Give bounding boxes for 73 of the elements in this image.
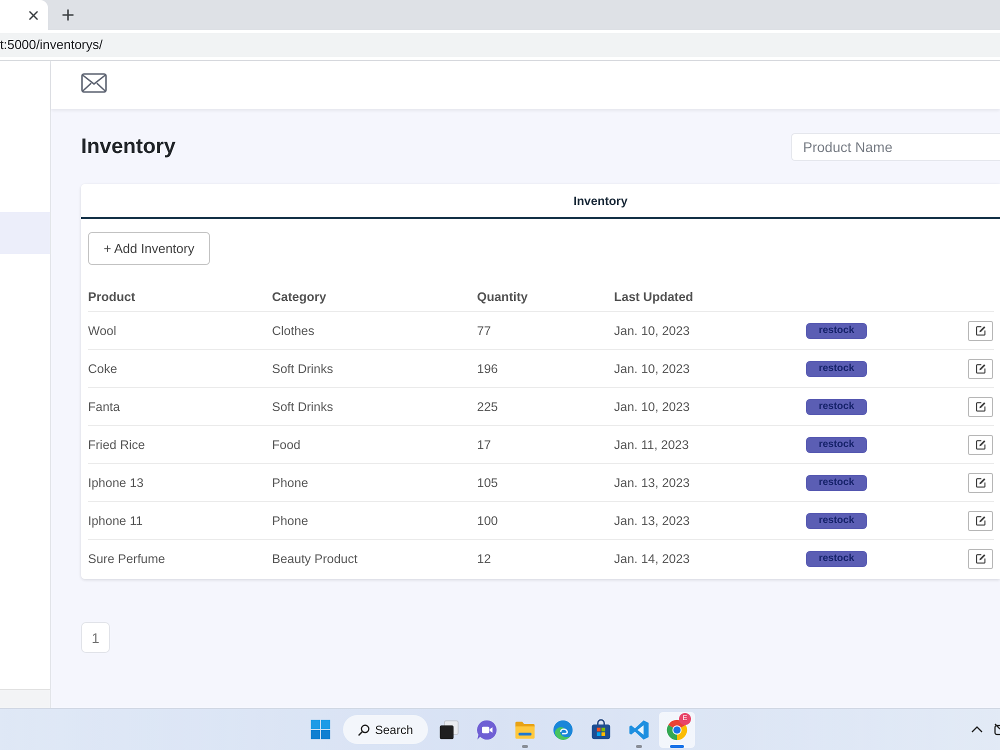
edit-button[interactable] <box>968 434 993 454</box>
table-cell-text: 105 <box>477 476 499 490</box>
status-badge: restock <box>806 550 867 566</box>
search-icon <box>358 724 370 736</box>
table-cell-text: Food <box>272 438 302 452</box>
new-tab-icon[interactable] <box>62 9 74 21</box>
table-cell-text: Clothes <box>272 324 316 338</box>
table-cell-text: Wool <box>88 324 118 338</box>
edit-icon <box>975 401 986 412</box>
shopping-bag-icon <box>590 718 612 740</box>
add-inventory-button[interactable]: + Add Inventory <box>88 232 210 265</box>
table-cell-text: Soft Drinks <box>272 362 334 376</box>
column-header: Product <box>88 290 136 304</box>
stacked-squares-icon <box>438 718 460 740</box>
table-cell-text: Soft Drinks <box>272 400 334 414</box>
table-cell-text: Jan. 13, 2023 <box>614 476 691 490</box>
table-cell-text: Jan. 14, 2023 <box>614 552 691 566</box>
ribbon-icon <box>628 718 650 740</box>
table-cell-text: 12 <box>477 552 492 566</box>
table-cell-text: 196 <box>477 362 499 376</box>
table-cell-text: Coke <box>88 362 118 376</box>
edit-button[interactable] <box>968 358 993 378</box>
column-header: Quantity <box>477 290 529 304</box>
search-button[interactable]: Search <box>343 715 428 744</box>
card-title: Inventory <box>573 194 628 208</box>
edit-icon <box>975 325 986 336</box>
status-badge: restock <box>806 474 867 490</box>
video-bubble-icon <box>476 718 498 740</box>
table-cell-text: Beauty Product <box>272 552 358 566</box>
column-header: Category <box>272 290 328 304</box>
table-cell-text: Jan. 10, 2023 <box>614 324 691 338</box>
status-badge: restock <box>806 436 867 452</box>
edit-icon <box>975 363 986 374</box>
table-cell-text: Iphone 13 <box>88 476 145 490</box>
edit-button[interactable] <box>968 396 993 416</box>
status-badge: restock <box>806 360 867 376</box>
tricolor-circle-icon <box>666 718 688 740</box>
table-cell-text: 100 <box>477 514 499 528</box>
address-field[interactable]: t:5000/inventorys/ <box>0 33 1000 57</box>
table-cell-text: Jan. 10, 2023 <box>614 400 691 414</box>
table-cell-text: Phone <box>272 476 310 490</box>
swirl-icon <box>552 718 574 740</box>
chevron-up-icon[interactable] <box>971 726 983 733</box>
table-cell-text: Fried Rice <box>88 438 146 452</box>
page-title: Inventory <box>81 134 176 160</box>
table-cell-text: 77 <box>477 324 492 338</box>
table-cell-text: Jan. 10, 2023 <box>614 362 691 376</box>
edit-button[interactable] <box>968 510 993 530</box>
table-cell-text: Jan. 11, 2023 <box>614 438 690 452</box>
status-badge: restock <box>806 398 867 414</box>
table-cell-text: Sure Perfume <box>88 552 166 566</box>
page-button[interactable]: 1 <box>81 622 110 653</box>
table-cell-text: Jan. 13, 2023 <box>614 514 691 528</box>
table-cell-text: Fanta <box>88 400 121 414</box>
status-badge: restock <box>806 322 867 338</box>
table-cell-text: 17 <box>477 438 492 452</box>
four-squares-icon[interactable] <box>310 719 330 740</box>
column-header: Last Updated <box>614 290 694 304</box>
tray-icon[interactable] <box>994 722 1000 736</box>
status-badge: restock <box>806 512 867 528</box>
table-cell-text: 225 <box>477 400 499 414</box>
table-cell-text: Iphone 11 <box>88 514 144 528</box>
edit-button[interactable] <box>968 472 993 492</box>
edit-button[interactable] <box>968 320 993 340</box>
edit-icon <box>975 515 986 526</box>
mail-icon[interactable] <box>81 73 107 93</box>
edit-icon <box>975 553 986 564</box>
edit-icon <box>975 477 986 488</box>
table-cell-text: Phone <box>272 514 310 528</box>
edit-button[interactable] <box>968 548 993 568</box>
search-field[interactable]: Product Name <box>791 133 1000 161</box>
edit-icon <box>975 439 986 450</box>
close-icon[interactable] <box>29 10 38 20</box>
